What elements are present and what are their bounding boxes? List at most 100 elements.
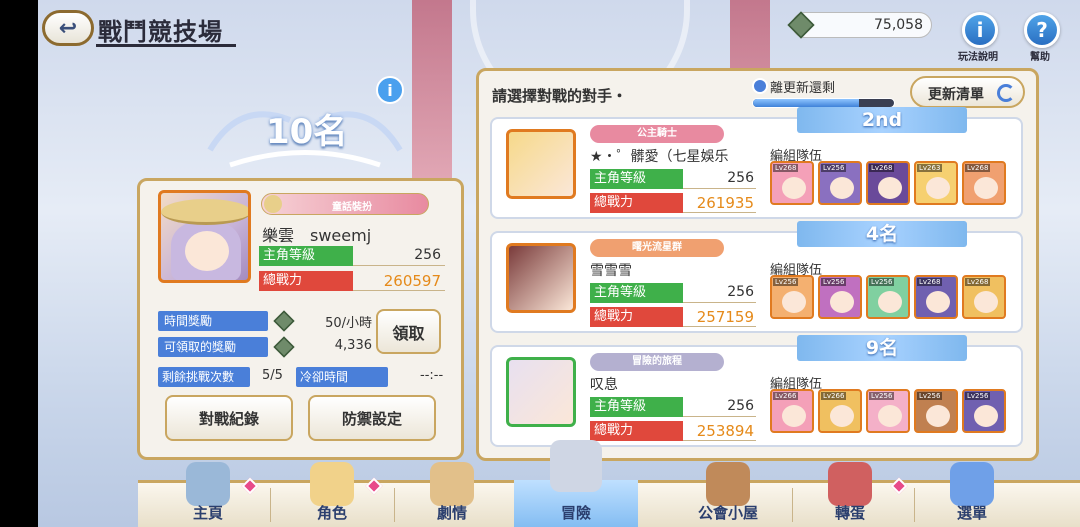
refresh-list-button[interactable]: 更新清單 [910,76,1025,108]
team-member: Lv256 [866,389,910,433]
left-letterbox [0,0,38,527]
help-button[interactable]: ? [1024,12,1060,48]
team-member: Lv263 [914,161,958,205]
team-member: Lv256 [866,275,910,319]
currency-value: 75,058 [874,17,923,33]
team-row: Lv256 Lv256 Lv256 Lv268 Lv268 [770,275,1006,319]
opponent-avatar [506,243,576,313]
power-value: 260597 [383,272,441,290]
power-label: 總戰力 [590,421,683,441]
opponent-title-badge: 曙光流星群 [590,239,724,257]
cooldown-value: --:-- [420,368,444,383]
team-member: Lv268 [914,275,958,319]
crystal-icon [950,462,994,506]
help-label: 幫助 [1030,52,1050,63]
team-member: Lv256 [770,275,814,319]
character-icon [310,462,354,506]
player-name: 樂雲 sweemj [262,226,372,245]
rank-info-button[interactable]: i [376,76,404,104]
nav-character-label: 角色 [316,504,347,522]
gem-icon [273,336,295,358]
level-label: 主角等級 [259,246,353,266]
nav-menu-label: 選單 [956,504,987,522]
opponent-name: 叹息 [590,377,618,393]
page-title: 戰鬥競技場 [98,18,223,46]
level-value: 256 [414,247,441,263]
team-row: Lv268 Lv256 Lv268 Lv263 Lv268 [770,161,1006,205]
house-icon [706,462,750,506]
opponent-title-badge: 冒險的旅程 [590,353,724,371]
info-icon: i [387,80,393,100]
team-row: Lv266 Lv266 Lv256 Lv256 Lv256 [770,389,1006,433]
hourly-reward-label: 時間獎勵 [158,311,268,331]
hourly-reward-value: 50/小時 [325,316,372,331]
nav-adventure-label: 冒險 [560,504,591,522]
claimable-reward-row: 可領取的獎勵 4,336 [158,336,372,358]
opponent-card[interactable]: 9名 冒險的旅程 叹息 主角等級 256 總戰力 253894 編組隊伍 Lv2… [490,335,1023,447]
rules-label: 玩法說明 [958,52,998,63]
team-member: Lv266 [770,389,814,433]
gem-icon [787,11,815,39]
power-label: 總戰力 [590,193,683,213]
info-icon: i [976,18,984,42]
nav-guild-house-label: 公會小屋 [697,504,758,522]
opponent-level-row: 主角等級 256 [590,169,756,189]
opponent-avatar [506,129,576,199]
opponent-power-row: 總戰力 261935 [590,193,756,213]
scroll-icon [430,462,474,506]
opponent-rank: 9名 [797,335,967,361]
opponent-name: ★・゜髒愛（七星娛乐 [590,149,729,165]
team-member: Lv266 [818,389,862,433]
opponent-level-row: 主角等級 256 [590,397,756,417]
player-avatar [158,190,251,283]
player-title-badge: 童話裝扮 [261,193,429,215]
nav-guild-house[interactable]: 公會小屋 [666,462,790,527]
nav-adventure[interactable]: 冒險 [514,440,638,527]
player-rank: 10名 [266,112,348,152]
level-label: 主角等級 [590,397,683,417]
bg-pillar [412,0,452,180]
claimable-label: 可領取的獎勵 [158,337,268,357]
back-arrow-icon: ↩ [58,15,78,41]
level-label: 主角等級 [590,169,683,189]
opponent-power-row: 總戰力 257159 [590,307,756,327]
claim-button[interactable]: 領取 [376,309,441,354]
rules-button[interactable]: i [962,12,998,48]
team-member: Lv256 [818,275,862,319]
opponent-avatar [506,357,576,427]
team-member: Lv268 [962,275,1006,319]
opponent-title-badge: 公主騎士 [590,125,724,143]
refresh-timer-label: 離更新還剩 [770,81,836,96]
castle-icon [186,462,230,506]
back-button[interactable]: ↩ [42,10,94,46]
opponent-level-row: 主角等級 256 [590,283,756,303]
opponent-rank: 2nd [797,107,967,133]
player-title-text: 童話裝扮 [332,202,372,213]
badge-avatar-icon [264,195,282,213]
team-member: Lv268 [770,161,814,205]
opponent-power-row: 總戰力 253894 [590,421,756,441]
player-level-row: 主角等級 256 [259,246,445,266]
defense-setup-button[interactable]: 防禦設定 [308,395,436,441]
gacha-icon [828,462,872,506]
power-label: 總戰力 [590,307,683,327]
opponent-card[interactable]: 4名 曙光流星群 雪雪雪 主角等級 256 總戰力 257159 編組隊伍 Lv… [490,221,1023,333]
battle-history-button[interactable]: 對戰紀錄 [165,395,293,441]
team-member: Lv256 [818,161,862,205]
refresh-icon [997,84,1015,102]
team-member: Lv268 [866,161,910,205]
opponent-name: 雪雪雪 [590,263,632,279]
team-member: Lv256 [962,389,1006,433]
level-value: 256 [727,398,754,414]
swords-icon [550,440,602,492]
nav-story[interactable]: 劇情 [390,462,514,527]
team-member: Lv256 [914,389,958,433]
currency-display: 75,058 [787,11,932,39]
cooldown-row: 冷卻時間 --:-- [296,367,446,387]
nav-gacha-label: 轉蛋 [834,504,865,522]
opponent-rank: 4名 [797,221,967,247]
opponent-card[interactable]: 2nd 公主騎士 ★・゜髒愛（七星娛乐 主角等級 256 總戰力 261935 … [490,107,1023,219]
remaining-label: 剩餘挑戰次數 [158,367,250,387]
title-underline [96,44,236,47]
nav-menu[interactable]: 選單 [910,462,1034,527]
